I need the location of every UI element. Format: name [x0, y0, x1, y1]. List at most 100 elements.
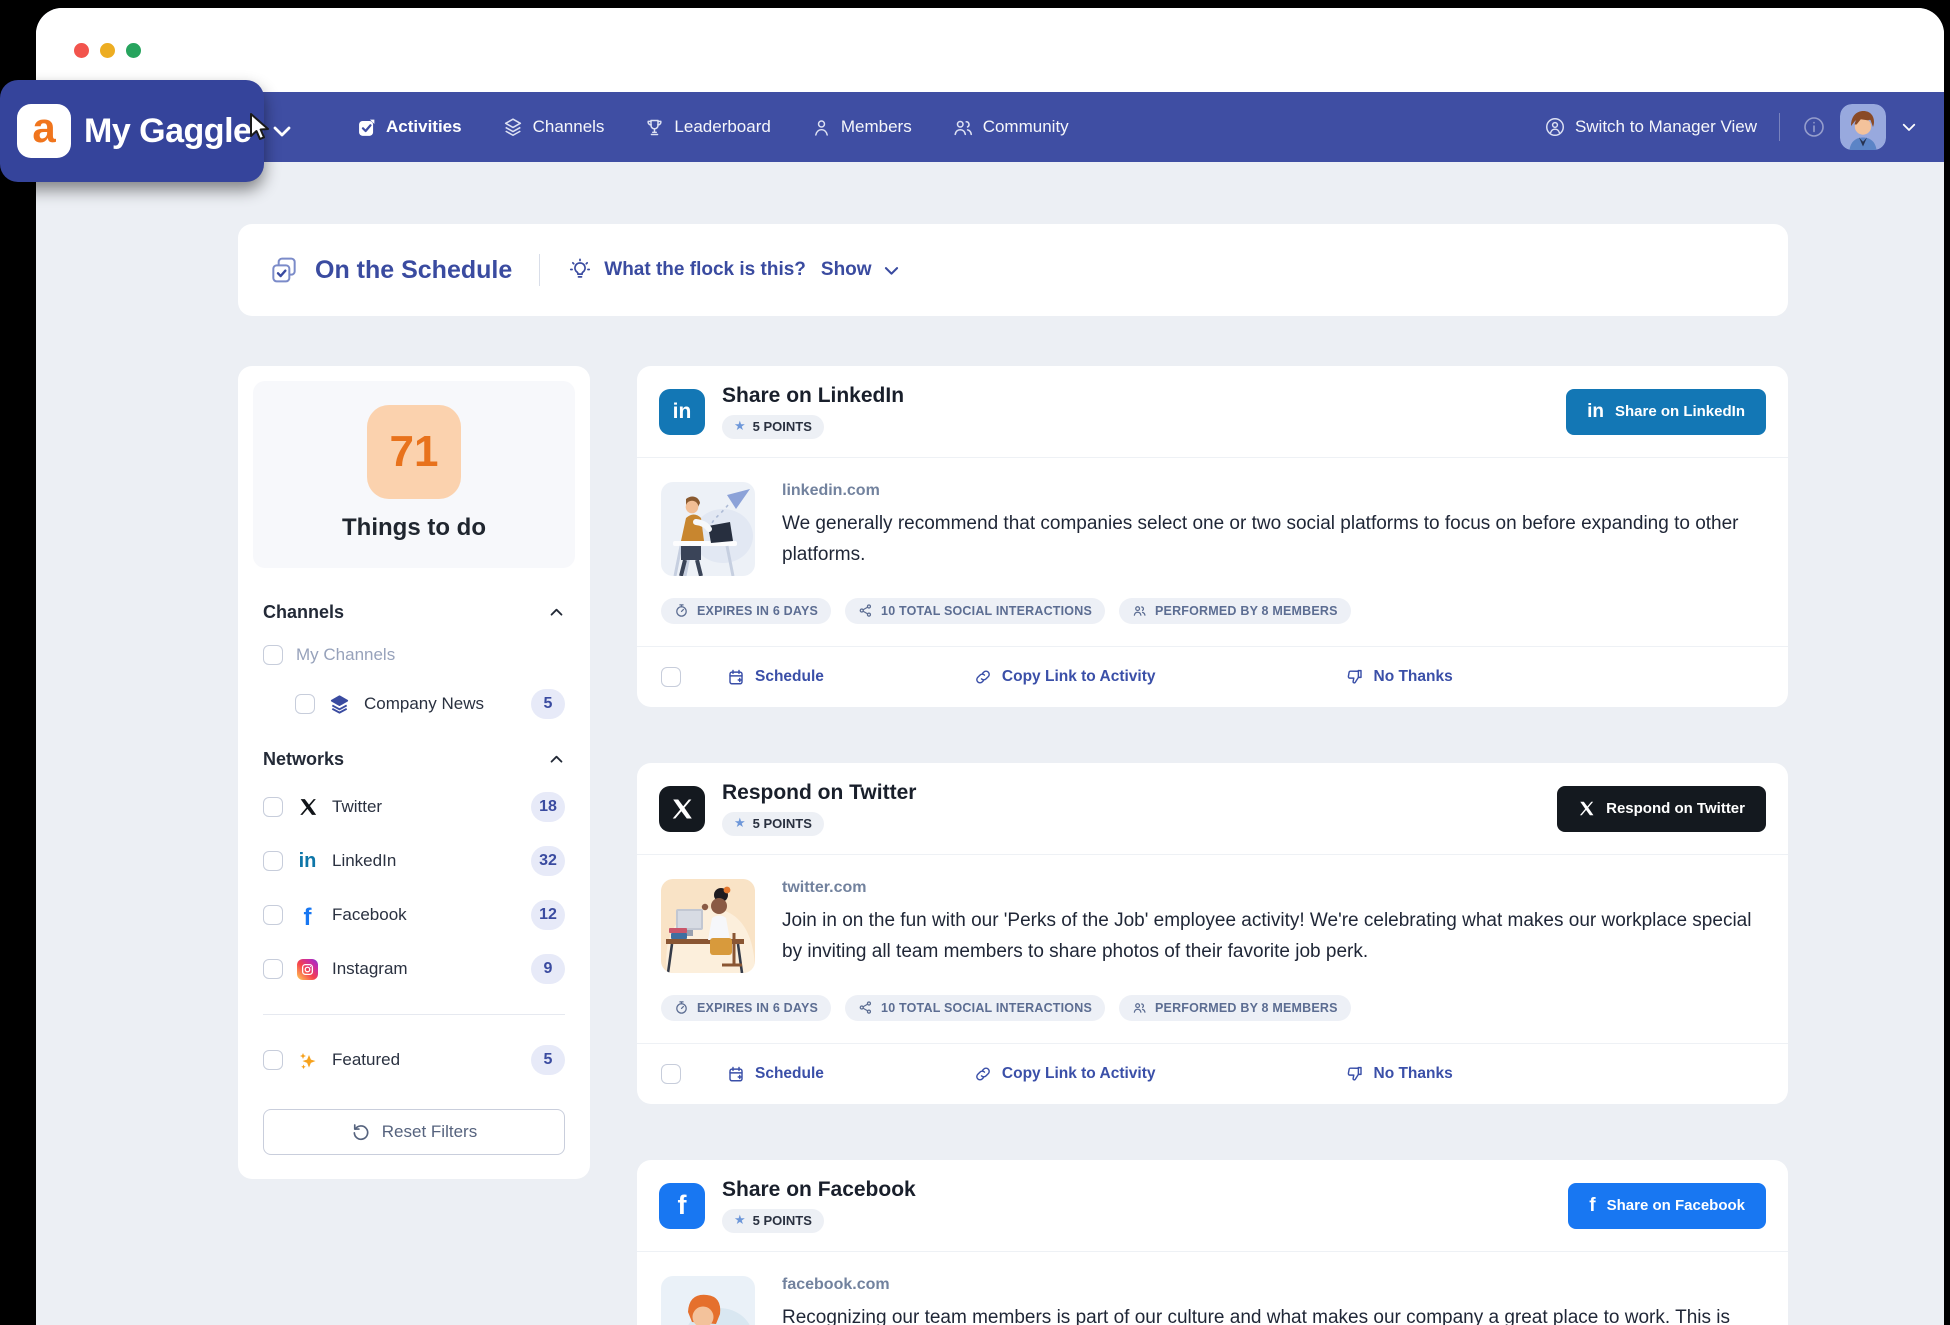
filter-row-company-news[interactable]: Company News 5	[253, 677, 575, 731]
schedule-action[interactable]: Schedule	[727, 668, 824, 686]
count-badge: 9	[531, 954, 565, 984]
points-badge: ★ 5 POINTS	[722, 812, 824, 836]
networks-section-header[interactable]: Networks	[253, 741, 575, 780]
link-icon	[974, 668, 992, 686]
twitter-x-icon	[1578, 800, 1595, 817]
minimize-window-button[interactable]	[100, 43, 115, 58]
nav-item-leaderboard[interactable]: Leaderboard	[644, 117, 770, 138]
linkedin-badge-icon: in	[659, 389, 705, 435]
flock-question-label: What the flock is this?	[604, 259, 806, 281]
todo-count-badge: 71	[367, 405, 461, 499]
star-icon: ★	[734, 420, 746, 433]
featured-checkbox[interactable]	[263, 1050, 283, 1070]
filter-row-linkedin[interactable]: in LinkedIn 32	[253, 834, 575, 888]
no-thanks-action[interactable]: No Thanks	[1346, 668, 1453, 686]
respond-on-twitter-button[interactable]: Respond on Twitter	[1557, 786, 1766, 832]
todo-stat-card: 71 Things to do	[253, 381, 575, 568]
button-label: Share on Facebook	[1607, 1197, 1745, 1214]
linkedin-checkbox[interactable]	[263, 851, 283, 871]
activity-link[interactable]: linkedin.com	[782, 482, 1764, 500]
filter-label: Instagram	[332, 959, 408, 979]
count-badge: 32	[531, 846, 565, 876]
activity-meta-row: EXPIRES IN 6 DAYS 10 TOTAL SOCIAL INTERA…	[637, 596, 1788, 646]
timer-icon	[674, 603, 689, 618]
close-window-button[interactable]	[74, 43, 89, 58]
activity-link[interactable]: twitter.com	[782, 879, 1764, 897]
share-nodes-icon	[858, 603, 873, 618]
facebook-checkbox[interactable]	[263, 905, 283, 925]
account-chevron-down-icon[interactable]	[1900, 118, 1918, 136]
meta-label: EXPIRES IN 6 DAYS	[697, 1001, 818, 1015]
filter-row-featured[interactable]: Featured 5	[253, 1033, 575, 1087]
nav-item-community[interactable]: Community	[952, 116, 1069, 138]
action-label: Schedule	[755, 1065, 824, 1083]
activity-link[interactable]: facebook.com	[782, 1276, 1764, 1294]
company-news-checkbox[interactable]	[295, 694, 315, 714]
facebook-icon: f	[296, 904, 319, 927]
chevron-up-icon[interactable]	[548, 751, 565, 768]
show-chevron-down-icon[interactable]	[882, 261, 901, 280]
filter-label: Company News	[364, 694, 484, 714]
person-icon	[811, 117, 832, 138]
twitter-checkbox[interactable]	[263, 797, 283, 817]
no-thanks-action[interactable]: No Thanks	[1346, 1065, 1453, 1083]
activity-card-linkedin: in Share on LinkedIn ★ 5 POINTS in Share…	[637, 366, 1788, 707]
filter-row-twitter[interactable]: Twitter 18	[253, 780, 575, 834]
switch-to-manager-view-button[interactable]: Switch to Manager View	[1544, 116, 1757, 138]
share-on-facebook-button[interactable]: f Share on Facebook	[1568, 1183, 1766, 1229]
instagram-checkbox[interactable]	[263, 959, 283, 979]
reset-filters-button[interactable]: Reset Filters	[263, 1109, 565, 1155]
linkedin-icon: in	[296, 850, 319, 873]
action-label: Copy Link to Activity	[1002, 1065, 1156, 1083]
filter-row-my-channels[interactable]: My Channels	[253, 633, 575, 677]
count-badge: 5	[531, 1045, 565, 1075]
interactions-badge: 10 TOTAL SOCIAL INTERACTIONS	[845, 995, 1105, 1021]
nav-item-channels[interactable]: Channels	[502, 116, 605, 138]
info-icon[interactable]	[1802, 115, 1826, 139]
chevron-up-icon[interactable]	[548, 604, 565, 621]
filter-row-instagram[interactable]: Instagram 9	[253, 942, 575, 996]
copy-link-action[interactable]: Copy Link to Activity	[974, 1065, 1156, 1083]
page-header-card: On the Schedule What the flock is this? …	[238, 224, 1788, 316]
window-titlebar	[36, 8, 1944, 92]
nav-item-label: Activities	[386, 117, 462, 137]
points-badge: ★ 5 POINTS	[722, 415, 824, 439]
nav-items: Activities Channels Leaderboard Members	[356, 116, 1069, 138]
person-circle-icon	[1544, 116, 1566, 138]
nav-item-activities[interactable]: Activities	[356, 117, 462, 138]
activity-footer: Schedule Copy Link to Activity No Thanks	[637, 1043, 1788, 1104]
action-label: No Thanks	[1374, 1065, 1453, 1083]
nav-item-label: Channels	[533, 117, 605, 137]
show-toggle[interactable]: Show	[821, 259, 872, 281]
copy-link-action[interactable]: Copy Link to Activity	[974, 668, 1156, 686]
sidebar-divider	[263, 1014, 565, 1015]
gaggle-switcher[interactable]: a My Gaggle	[0, 80, 264, 182]
schedule-action[interactable]: Schedule	[727, 1065, 824, 1083]
top-navbar: Activities Channels Leaderboard Members	[36, 92, 1944, 162]
avatar[interactable]	[1840, 104, 1886, 150]
zoom-window-button[interactable]	[126, 43, 141, 58]
trophy-icon	[644, 117, 665, 138]
my-channels-checkbox[interactable]	[263, 645, 283, 665]
activity-card-twitter: Respond on Twitter ★ 5 POINTS Respond on…	[637, 763, 1788, 1104]
switch-view-label: Switch to Manager View	[1575, 117, 1757, 137]
networks-title: Networks	[263, 749, 344, 770]
nav-item-members[interactable]: Members	[811, 117, 912, 138]
share-on-linkedin-button[interactable]: in Share on LinkedIn	[1566, 389, 1766, 435]
select-activity-checkbox[interactable]	[661, 1064, 681, 1084]
filter-label: Twitter	[332, 797, 382, 817]
meta-label: PERFORMED BY 8 MEMBERS	[1155, 604, 1338, 618]
meta-label: EXPIRES IN 6 DAYS	[697, 604, 818, 618]
nav-item-label: Members	[841, 117, 912, 137]
calendar-plus-icon	[727, 1065, 745, 1083]
people-icon	[1132, 603, 1147, 618]
filter-row-facebook[interactable]: f Facebook 12	[253, 888, 575, 942]
meta-label: 10 TOTAL SOCIAL INTERACTIONS	[881, 1001, 1092, 1015]
thumbs-down-icon	[1346, 1065, 1364, 1083]
channels-section-header[interactable]: Channels	[253, 594, 575, 633]
channel-layers-icon	[328, 693, 351, 716]
card-title: Share on Facebook	[722, 1178, 916, 1202]
select-activity-checkbox[interactable]	[661, 667, 681, 687]
sparkles-icon	[296, 1049, 319, 1072]
lightbulb-icon	[567, 257, 593, 283]
